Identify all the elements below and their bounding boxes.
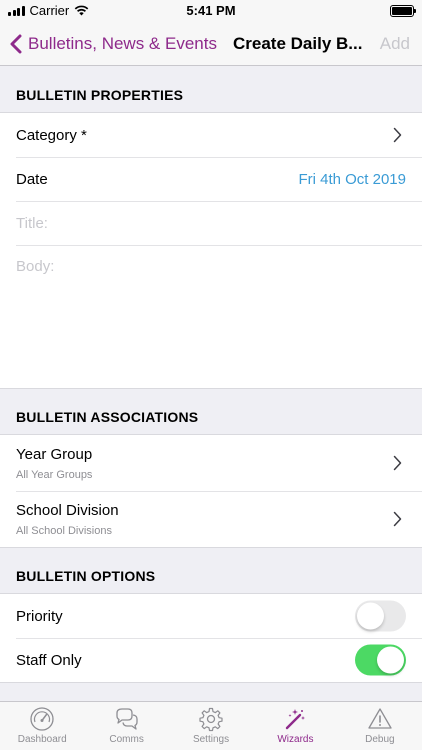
properties-group: Category * Date Fri 4th Oct 2019 Title: … <box>0 113 422 389</box>
chat-bubbles-icon <box>115 708 138 730</box>
tab-debug[interactable]: Debug <box>338 702 422 750</box>
back-button[interactable]: Bulletins, News & Events <box>10 22 217 66</box>
tab-bar: Dashboard Comms Settings Wizards Debug <box>0 701 422 750</box>
priority-row: Priority <box>0 594 422 638</box>
school-division-label: School Division <box>16 501 119 519</box>
section-header-associations: BULLETIN ASSOCIATIONS <box>0 389 422 435</box>
body-placeholder: Body: <box>16 258 55 275</box>
section-header-options: BULLETIN OPTIONS <box>0 548 422 594</box>
school-division-value: All School Divisions <box>16 524 112 537</box>
chevron-right-icon <box>393 511 402 527</box>
school-division-row[interactable]: School Division All School Divisions <box>0 491 422 547</box>
status-bar: Carrier 5:41 PM <box>0 0 422 22</box>
tab-settings[interactable]: Settings <box>169 702 253 750</box>
form-content: BULLETIN PROPERTIES Category * Date Fri … <box>0 67 422 683</box>
chevron-right-icon <box>393 455 402 471</box>
year-group-row[interactable]: Year Group All Year Groups <box>0 435 422 491</box>
year-group-value: All Year Groups <box>16 468 93 481</box>
section-header-properties: BULLETIN PROPERTIES <box>0 67 422 113</box>
title-placeholder: Title: <box>16 214 48 232</box>
tab-settings-label: Settings <box>192 734 230 745</box>
status-time: 5:41 PM <box>186 3 236 18</box>
chevron-right-icon <box>393 127 402 143</box>
associations-group: Year Group All Year Groups School Divisi… <box>0 435 422 548</box>
priority-label: Priority <box>16 607 63 625</box>
add-button[interactable]: Add <box>380 22 410 66</box>
tab-wizards-label: Wizards <box>277 734 314 745</box>
warning-icon <box>368 708 392 729</box>
tab-comms[interactable]: Comms <box>84 702 168 750</box>
category-label: Category * <box>16 126 87 144</box>
gear-icon <box>199 707 223 732</box>
tab-dashboard[interactable]: Dashboard <box>0 702 84 750</box>
year-group-label: Year Group <box>16 445 93 463</box>
gauge-icon <box>30 707 54 731</box>
date-label: Date <box>16 170 48 188</box>
page-title: Create Daily B... <box>233 34 363 53</box>
tab-comms-label: Comms <box>109 734 144 745</box>
tab-debug-label: Debug <box>365 734 395 745</box>
magic-wand-icon <box>286 709 306 730</box>
staff-only-toggle[interactable] <box>355 644 406 676</box>
back-button-label: Bulletins, News & Events <box>28 34 217 53</box>
battery-icon <box>390 5 416 17</box>
date-value[interactable]: Fri 4th Oct 2019 <box>298 171 406 188</box>
navigation-bar: Bulletins, News & Events Create Daily B.… <box>0 22 422 66</box>
chevron-left-icon <box>10 34 22 54</box>
staff-only-label: Staff Only <box>16 651 82 669</box>
staff-only-row: Staff Only <box>0 638 422 682</box>
body-field[interactable]: Body: <box>0 245 422 388</box>
title-field[interactable]: Title: <box>0 201 422 245</box>
date-row[interactable]: Date Fri 4th Oct 2019 <box>0 157 422 201</box>
category-row[interactable]: Category * <box>0 113 422 157</box>
options-group: Priority Staff Only <box>0 594 422 683</box>
tab-dashboard-label: Dashboard <box>17 734 67 745</box>
tab-wizards[interactable]: Wizards <box>253 702 337 750</box>
priority-toggle[interactable] <box>355 600 406 632</box>
